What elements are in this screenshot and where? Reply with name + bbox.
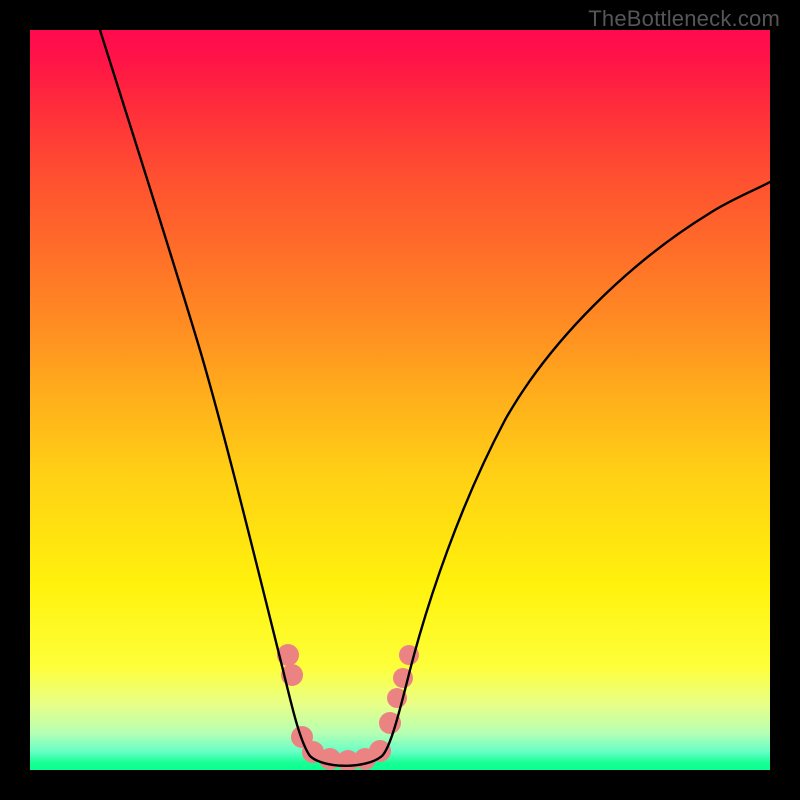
bottleneck-curve [100,30,770,766]
chart-svg [30,30,770,770]
plot-area [30,30,770,770]
chart-frame: TheBottleneck.com [0,0,800,800]
pink-marker-cluster [277,644,419,770]
watermark-text: TheBottleneck.com [588,6,780,32]
